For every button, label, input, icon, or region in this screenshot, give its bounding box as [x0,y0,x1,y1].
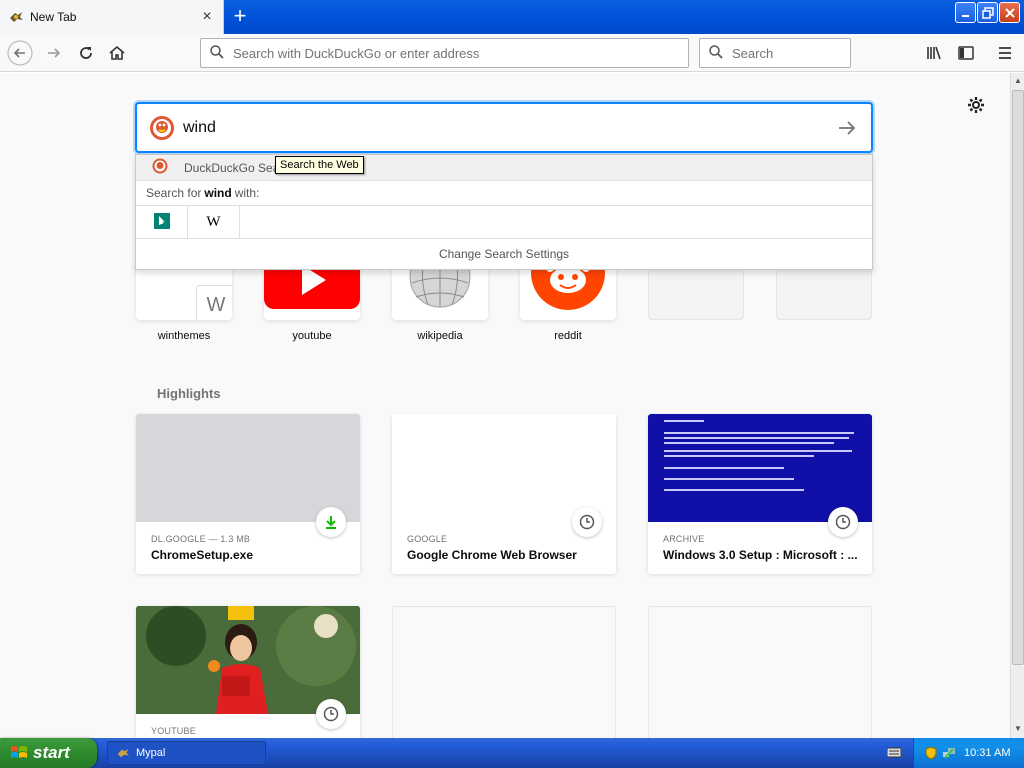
tooltip: Search the Web [275,156,364,174]
reddit-icon [520,263,616,320]
search-placeholder: Search [732,45,774,61]
top-site-label: reddit [554,330,582,342]
top-site-tile[interactable] [520,263,616,320]
start-label: start [33,743,70,762]
forward-button[interactable] [41,40,67,66]
back-button[interactable] [7,40,33,66]
taskbar-item-mypal[interactable]: Mypal [107,741,266,765]
security-shield-icon[interactable] [924,746,938,760]
submit-arrow-icon[interactable] [837,118,857,138]
taskbar: start Mypal 10:31 AM [0,738,1024,768]
search-icon [209,44,225,63]
duckduckgo-icon [152,158,168,177]
restore-button[interactable] [977,2,998,23]
empty-highlight-card [648,606,872,738]
close-window-button[interactable] [999,2,1020,23]
card-thumbnail [648,414,872,522]
new-tab-page: W winthemes youtube wikipedia reddit win… [0,73,1010,738]
card-title: Google Chrome Web Browser [407,548,577,562]
search-for-row: Search for wind with: [136,181,872,206]
start-button[interactable]: start [0,738,97,768]
keyboard-icon[interactable] [886,746,902,758]
scrollbar-thumb[interactable] [1012,90,1024,665]
scroll-up-icon[interactable]: ▲ [1011,74,1024,88]
top-site-tile[interactable] [392,263,488,320]
wikipedia-engine-button[interactable]: W [188,205,240,239]
hamburger-menu-icon[interactable] [992,40,1018,66]
bing-engine-button[interactable] [136,205,188,239]
card-source: ARCHIVE [663,534,705,544]
highlights-heading: Highlights [157,386,221,401]
empty-top-site-tile [776,263,872,320]
page-search-input[interactable]: wind [135,102,873,153]
empty-top-site-tile [648,263,744,320]
search-for-suffix: with: [234,186,260,200]
highlight-card[interactable]: GOOGLE Google Chrome Web Browser [392,414,616,574]
top-site-label: youtube [292,330,332,342]
card-source: GOOGLE [407,534,448,544]
tab-close-icon[interactable]: × [197,7,217,27]
wikipedia-w-icon: W [196,285,232,320]
highlight-card[interactable]: ARCHIVE Windows 3.0 Setup : Microsoft : … [648,414,872,574]
top-site-label: wikipedia [417,330,463,342]
windows-logo-icon [10,744,28,762]
search-icon [708,44,724,63]
clock-icon [828,507,858,537]
youtube-icon [264,263,360,320]
highlight-card[interactable]: YOUTUBE [136,606,360,738]
change-search-settings-button[interactable]: Change Search Settings [136,239,872,269]
card-thumbnail [392,414,616,522]
search-for-prefix: Search for [146,186,202,200]
bing-icon [153,212,170,232]
library-icon[interactable] [921,40,947,66]
scroll-down-icon[interactable]: ▼ [1011,722,1024,736]
search-engines-row: W [136,205,872,239]
url-bar[interactable]: Search with DuckDuckGo or enter address [200,38,689,68]
network-icon[interactable] [942,746,956,760]
clock-icon [316,699,346,729]
card-thumbnail [136,606,360,714]
tab-new-tab[interactable]: New Tab × [0,0,224,34]
home-button[interactable] [104,40,130,66]
search-suggestions-dropdown: DuckDuckGo Sea Search for wind with: W C… [135,154,873,270]
top-site-label: winthemes [157,330,211,342]
empty-highlight-card [392,606,616,738]
search-value: wind [183,118,216,136]
reload-button[interactable] [73,40,99,66]
duckduckgo-icon [149,115,175,141]
browser-window: New Tab × + Search with DuckDuckGo or en… [0,0,1024,768]
suggestion-row[interactable]: DuckDuckGo Sea [136,155,872,181]
system-tray: 10:31 AM [913,738,1024,768]
gear-icon[interactable] [966,95,986,115]
top-site-tile[interactable]: W [136,263,232,320]
navigation-toolbar: Search with DuckDuckGo or enter address … [0,34,1024,72]
wikipedia-icon: W [206,213,221,230]
search-bar[interactable]: Search [699,38,851,68]
card-thumbnail [136,414,360,522]
card-source: DL.GOOGLE — 1.3 MB [151,534,251,544]
sidebar-icon[interactable] [953,40,979,66]
download-icon [316,507,346,537]
top-site-tile[interactable] [264,263,360,320]
card-source: YOUTUBE [151,726,196,736]
url-placeholder: Search with DuckDuckGo or enter address [233,45,480,61]
card-title: ChromeSetup.exe [151,548,254,562]
mypal-favicon-icon [116,746,130,760]
minimize-button[interactable] [955,2,976,23]
taskbar-item-label: Mypal [136,747,166,759]
clock-icon [572,507,602,537]
mypal-favicon-icon [8,9,24,25]
card-title: Windows 3.0 Setup : Microsoft : ... [663,548,858,562]
suggestion-label: DuckDuckGo Sea [184,160,280,175]
clock: 10:31 AM [964,747,1011,759]
highlight-card[interactable]: DL.GOOGLE — 1.3 MB ChromeSetup.exe [136,414,360,574]
new-tab-button[interactable]: + [228,5,252,28]
tab-title: New Tab [30,10,77,24]
title-bar: New Tab × + [0,0,1024,34]
search-for-term: wind [204,186,232,200]
vertical-scrollbar[interactable]: ▲ ▼ [1010,73,1024,738]
wikipedia-globe-icon [392,263,488,320]
